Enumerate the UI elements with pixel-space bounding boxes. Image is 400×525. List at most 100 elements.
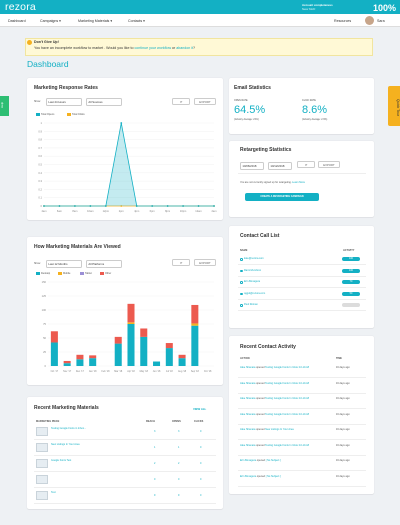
activity-contact-link[interactable]: Erin Bonagura [240, 459, 256, 462]
abandon-workflow-link[interactable]: abandon it [176, 46, 193, 50]
activity-material-link[interactable]: Testing Google Fonts In Inbox 10-10-18 [265, 444, 309, 447]
response-range-select[interactable]: Last 24 Hours [46, 98, 82, 106]
contact-name[interactable]: Paul Roman [244, 303, 258, 306]
activity-contact-link[interactable]: Jake Shanara [240, 366, 255, 369]
activity-material-link[interactable]: [ No Subject ] [266, 459, 281, 462]
y-tick-label: 50 [43, 336, 46, 340]
divider [238, 377, 366, 378]
material-thumbnail[interactable] [36, 427, 48, 436]
material-opens[interactable]: 1 [178, 446, 179, 449]
material-reach[interactable]: 9 [154, 494, 155, 497]
contact-radio[interactable] [240, 292, 243, 295]
x-tick-label: 8pm [165, 209, 170, 213]
contact-call-list-card [229, 226, 374, 328]
retargeting-to-date[interactable]: 10/12/2018 [268, 162, 292, 170]
activity-verb: opened [256, 474, 266, 478]
contact-name[interactable]: Ramil Zumbron [244, 269, 261, 272]
activity-material-link[interactable]: New Listings In Your Area [265, 428, 294, 431]
activity-time: 16 days ago [336, 474, 350, 478]
response-source-select[interactable]: All Sources [86, 98, 122, 106]
material-clicks[interactable]: 0 [200, 494, 201, 497]
materials-platform-select[interactable]: All Platforms [86, 260, 122, 268]
nav-marketing-materials[interactable]: Marketing Materials ▾ [78, 19, 112, 23]
contact-name[interactable]: oggol@rezora.com [244, 292, 265, 295]
bar-mobile [127, 322, 135, 324]
materials-range-select[interactable]: Last 12 Months [46, 260, 82, 268]
material-clicks[interactable]: 0 [200, 462, 201, 465]
material-name[interactable]: New Listings In Your Area [51, 443, 80, 446]
retargeting-export-button[interactable]: EXPORT [318, 161, 340, 168]
material-thumbnail[interactable] [36, 491, 48, 500]
divider [34, 471, 216, 472]
material-opens[interactable]: 0 [178, 478, 179, 481]
material-reach[interactable]: 0 [154, 478, 155, 481]
continue-workflow-link[interactable]: continue your workflow [134, 46, 171, 50]
nav-campaigns[interactable]: Campaigns ▾ [40, 19, 61, 23]
divider [238, 485, 366, 487]
material-thumbnail[interactable] [36, 459, 48, 468]
bar-desktop [191, 325, 199, 366]
retargeting-refresh-button[interactable]: ⟳ [297, 161, 315, 168]
rezora-logo[interactable]: rezora [5, 1, 36, 13]
material-opens[interactable]: 2 [178, 462, 179, 465]
material-name[interactable]: Test [51, 491, 56, 494]
y-tick-label: 0 [41, 204, 43, 208]
activity-contact-link[interactable]: Jake Shanara [240, 382, 255, 385]
response-export-button[interactable]: EXPORT [194, 98, 216, 105]
view-all-link[interactable]: VIEW ALL [193, 407, 206, 411]
activity-time: 16 days ago [336, 459, 350, 462]
material-clicks[interactable]: 0 [200, 446, 201, 449]
contact-radio[interactable] [240, 281, 243, 284]
activity-contact-link[interactable]: Jake Shanara [240, 397, 255, 400]
material-reach[interactable]: 2 [154, 462, 155, 465]
activity-contact-link[interactable]: Erin Bonagura [240, 475, 256, 478]
contact-radio[interactable] [240, 269, 243, 272]
nav-contacts[interactable]: Contacts ▾ [128, 19, 145, 23]
nav-resources[interactable]: Resources [334, 19, 351, 23]
material-opens[interactable]: 9 [178, 494, 179, 497]
create-retargeting-campaign-button[interactable]: CREATE A RETARGETING CAMPAIGN [245, 193, 319, 201]
contact-radio[interactable] [240, 304, 243, 307]
material-opens[interactable]: 3 [178, 430, 179, 433]
material-reach[interactable]: 1 [154, 446, 155, 449]
activity-time: 16 days ago [336, 381, 350, 385]
x-tick-label: Apr '18 [127, 370, 135, 373]
activity-contact-link[interactable]: Jake Shanara [240, 428, 255, 431]
quick-tour-tab[interactable]: Quick Tour [388, 86, 400, 126]
avatar[interactable] [365, 16, 374, 25]
material-clicks[interactable]: 0 [200, 430, 201, 433]
help-tab[interactable]: Help [0, 96, 9, 116]
contact-name[interactable]: kate@rezora.com [244, 257, 264, 260]
material-clicks[interactable]: 0 [200, 478, 201, 481]
activity-material-link[interactable]: Testing Google Fonts In Inbox 10-10-18 [265, 382, 309, 385]
activity-material-link[interactable]: Testing Google Fonts In Inbox 10-10-18 [265, 397, 309, 400]
activity-contact-link[interactable]: Jake Shanara [240, 413, 255, 416]
learn-more-link[interactable]: Learn More [292, 181, 305, 184]
y-tick-label: 150 [42, 280, 47, 284]
nav-dashboard[interactable]: Dashboard [8, 19, 26, 23]
y-tick-label: 0.8 [38, 138, 42, 142]
materials-export-button[interactable]: EXPORT [194, 259, 216, 266]
refresh-button[interactable]: ⟳ [172, 98, 190, 105]
material-thumbnail[interactable] [36, 443, 48, 452]
activity-contact-link[interactable]: Jake Shanara [240, 444, 255, 447]
activity-material-link[interactable]: Testing Google Fonts In Inbox 10-10-18 [265, 366, 309, 369]
material-name[interactable]: Google Fonts Test [51, 459, 71, 462]
activity-material-link[interactable]: [ No Subject ] [266, 475, 281, 478]
contact-call-list-title: Contact Call List [240, 233, 280, 239]
recent-materials-card [27, 397, 223, 509]
contact-activity-badge: 100 [342, 268, 360, 273]
material-thumbnail[interactable] [36, 475, 48, 484]
y-tick-label: 25 [43, 350, 46, 354]
contact-name[interactable]: Erin Bonagura [244, 280, 260, 283]
user-name[interactable]: Sara [377, 19, 385, 23]
retargeting-from-date[interactable]: 10/06/2018 [240, 162, 264, 170]
materials-viewed-chart: 150 125 100 75 50 25 0 Oct '17 Nov '17 Dec '17 Jan… [42, 280, 214, 373]
contact-radio[interactable] [240, 258, 243, 261]
activity-action: Jake Shanara opened Testing Google Fonts… [240, 366, 332, 370]
materials-refresh-button[interactable]: ⟳ [172, 259, 190, 266]
material-name[interactable]: Testing Google Fonts in Inbox... [51, 427, 86, 430]
bar-desktop [165, 348, 173, 366]
material-reach[interactable]: 3 [154, 430, 155, 433]
activity-material-link[interactable]: Testing Google Fonts In Inbox 10-10-18 [265, 413, 309, 416]
